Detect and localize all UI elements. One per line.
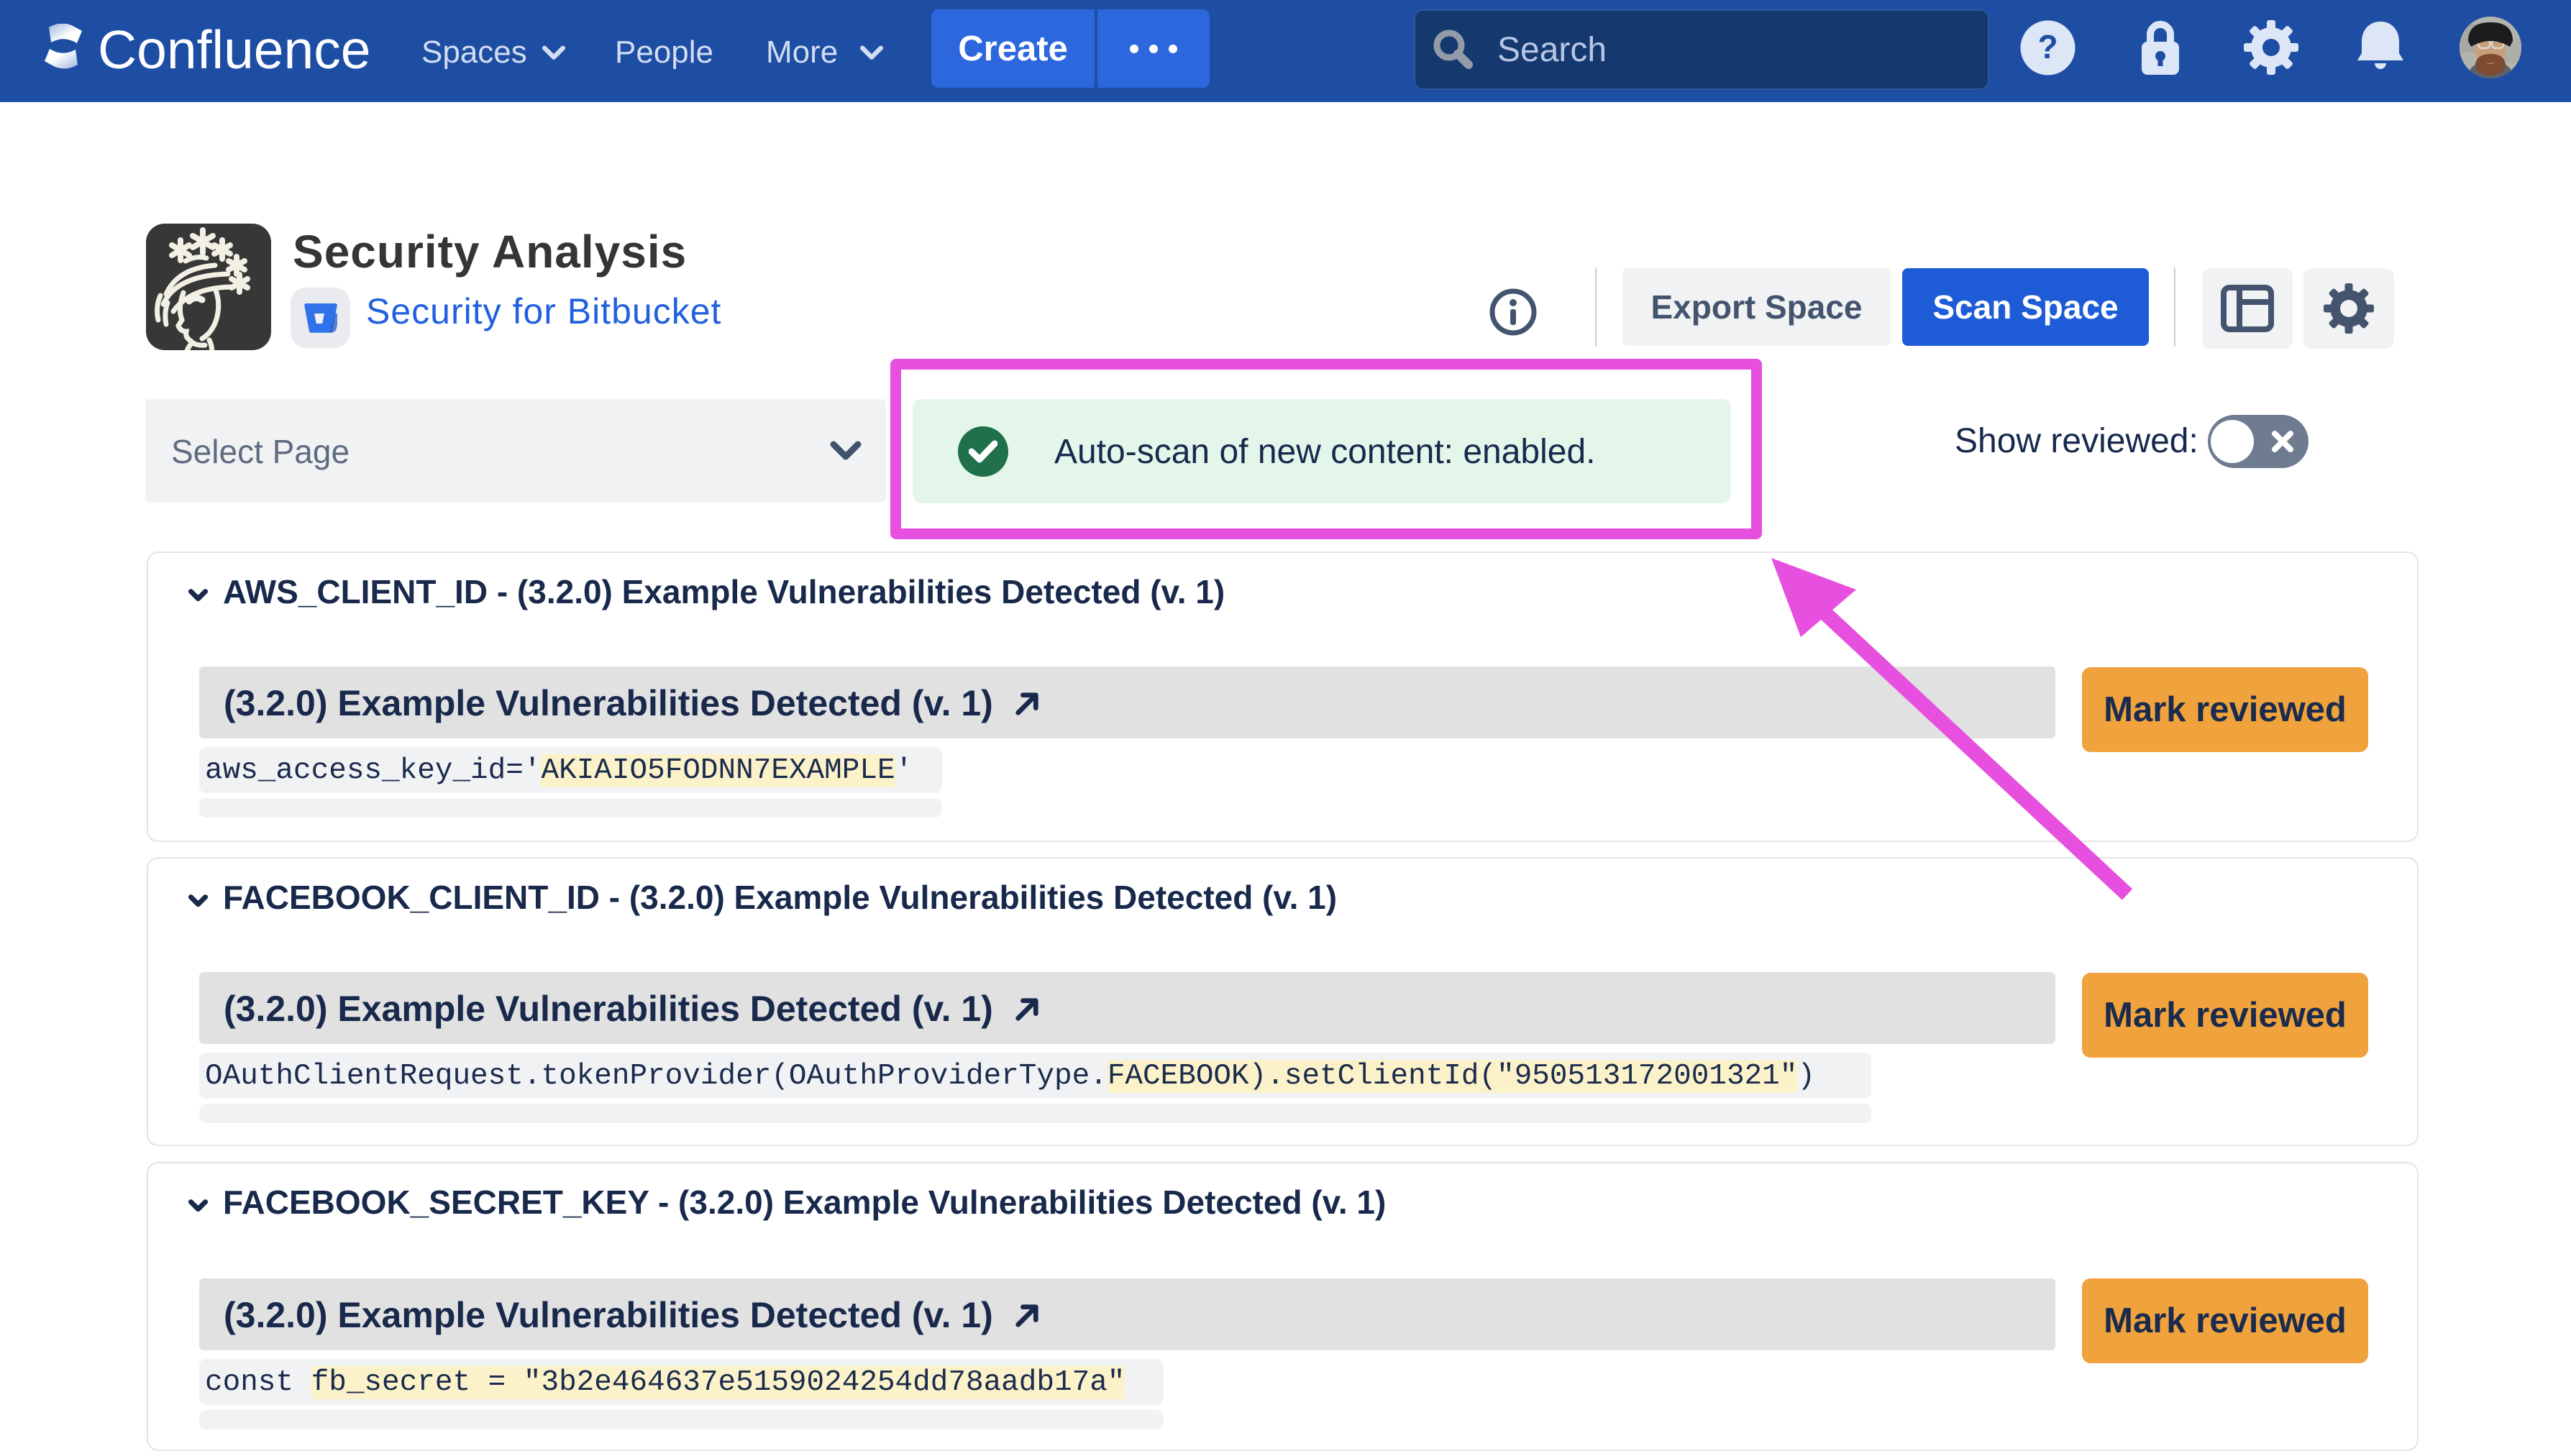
svg-text:?: ? [2037,28,2058,65]
